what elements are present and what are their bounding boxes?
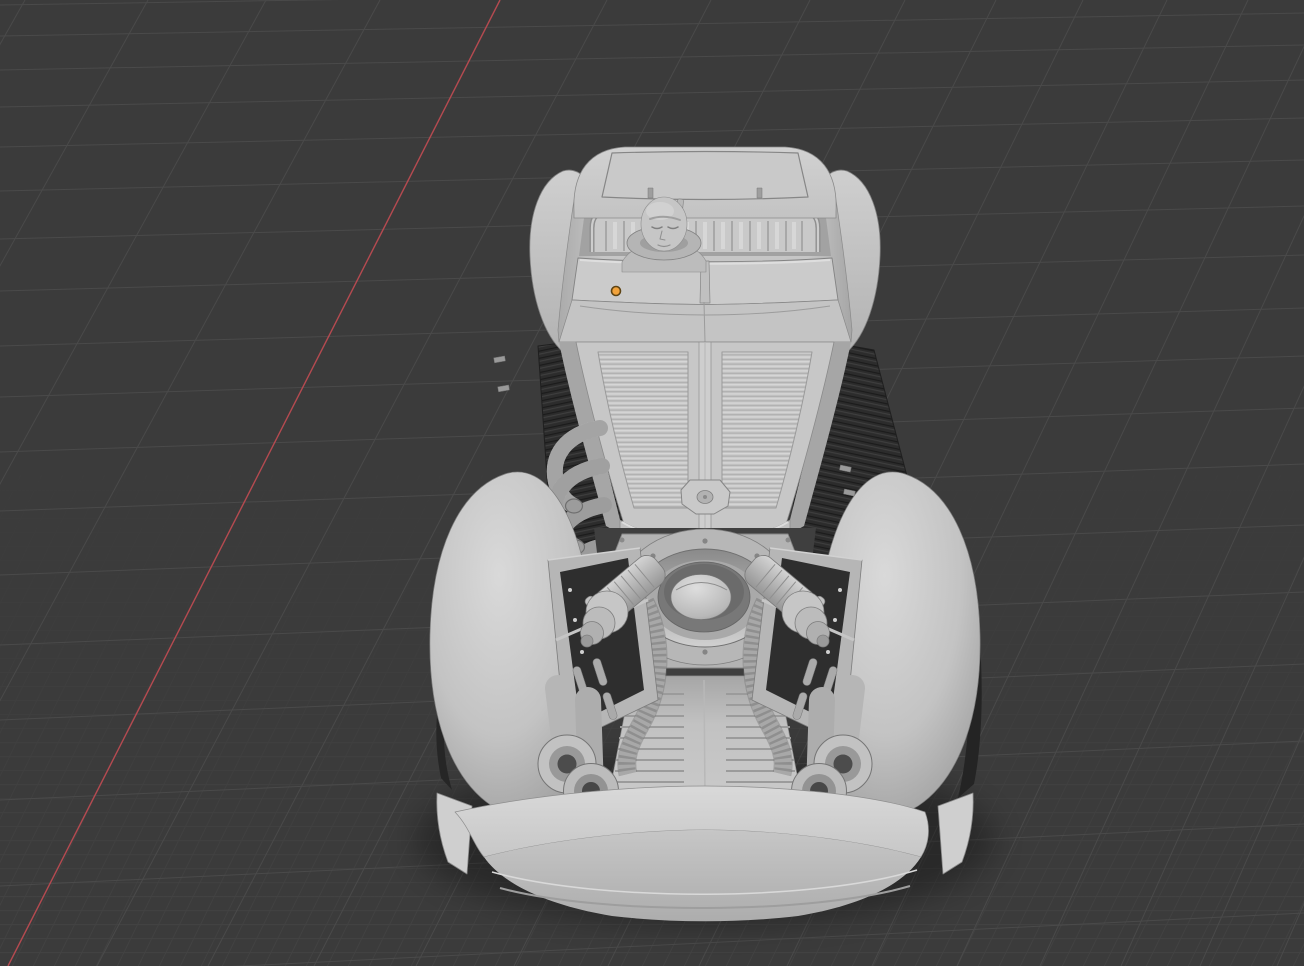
nose-cone[interactable] <box>670 574 732 620</box>
viewport-3d[interactable] <box>0 0 1304 966</box>
sunroof-panel[interactable] <box>601 150 809 201</box>
object-origin-point[interactable] <box>610 285 622 297</box>
cowl[interactable] <box>558 299 852 343</box>
hood-emblem <box>680 479 731 515</box>
